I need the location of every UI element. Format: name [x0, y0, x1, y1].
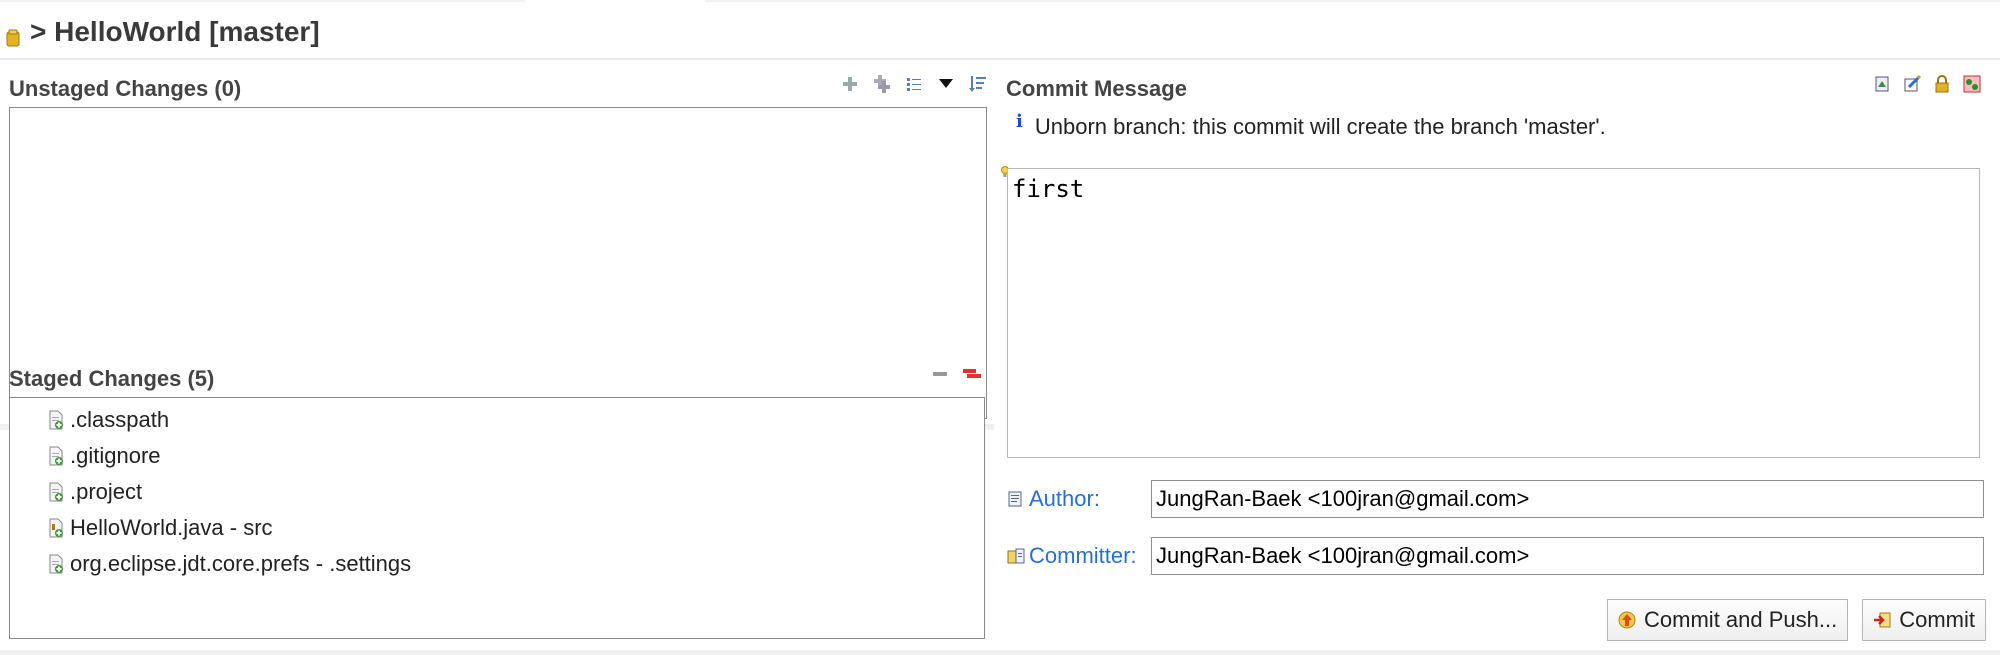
commit-button[interactable]: Commit: [1862, 599, 1986, 641]
staged-file-row[interactable]: HelloWorld.java - src: [10, 510, 984, 546]
repository-icon: [6, 29, 20, 47]
committer-icon: [1007, 548, 1025, 564]
commit-toolbar: [1872, 74, 1982, 94]
staged-file-row[interactable]: .classpath: [10, 402, 984, 438]
signed-off-icon[interactable]: [1902, 74, 1922, 94]
staged-file-row[interactable]: org.eclipse.jdt.core.prefs - .settings: [10, 546, 984, 582]
staged-java-file-icon: [49, 518, 63, 538]
staged-file-icon: [49, 482, 63, 502]
staged-file-label: .gitignore: [70, 443, 161, 468]
unstage-icon[interactable]: [930, 364, 950, 384]
commit-and-push-label: Commit and Push...: [1644, 607, 1838, 632]
staged-file-label: HelloWorld.java - src: [70, 515, 273, 540]
staged-file-label: .project: [70, 479, 143, 504]
staged-file-icon: [49, 446, 63, 466]
commit-and-push-button[interactable]: Commit and Push...: [1607, 599, 1849, 641]
commit-message-input[interactable]: first: [1007, 168, 1980, 458]
author-field[interactable]: [1151, 480, 1984, 518]
commit-message-title: Commit Message: [1006, 76, 1187, 101]
sign-commit-icon[interactable]: [1932, 74, 1952, 94]
presentation-list-icon[interactable]: [904, 74, 924, 94]
commit-icon: [1874, 612, 1891, 628]
staged-list[interactable]: .classpath .gitignore .project HelloWorl…: [9, 397, 985, 639]
staged-file-label: org.eclipse.jdt.core.prefs - .settings: [70, 551, 412, 576]
staged-file-row[interactable]: .gitignore: [10, 438, 984, 474]
page-title-text: > HelloWorld [master]: [30, 16, 320, 47]
commit-and-push-icon: [1618, 611, 1636, 629]
staged-title: Staged Changes (5): [9, 366, 215, 391]
author-icon: [1008, 491, 1022, 507]
staged-toolbar: [930, 364, 982, 384]
commit-pane: Commit Message i Unborn branch: this com…: [1000, 66, 2000, 655]
amend-icon[interactable]: [1872, 74, 1892, 94]
commit-buttons: Commit and Push... Commit: [1607, 599, 1986, 641]
changes-pane: Unstaged Changes (0) Staged Changes (5): [0, 66, 994, 655]
staged-file-icon: [49, 554, 63, 574]
commit-label: Commit: [1899, 607, 1975, 632]
author-label: Author:: [1029, 486, 1100, 511]
staged-file-label: .classpath: [70, 407, 170, 432]
page-title: > HelloWorld [master]: [6, 10, 320, 54]
staged-file-row[interactable]: .project: [10, 474, 984, 510]
info-message: Unborn branch: this commit will create t…: [1034, 114, 1606, 139]
committer-label: Committer:: [1029, 543, 1137, 568]
staged-file-icon: [49, 410, 63, 430]
committer-field[interactable]: [1151, 537, 1984, 575]
add-all-to-index-icon[interactable]: [872, 74, 892, 94]
top-edge: [0, 0, 2000, 2]
sort-icon[interactable]: [968, 74, 988, 94]
author-row: Author:: [1007, 480, 1984, 518]
header-divider: [0, 58, 2000, 60]
info-banner: i Unborn branch: this commit will create…: [1016, 110, 1606, 140]
committer-row: Committer:: [1007, 537, 1984, 575]
info-icon: i: [1016, 110, 1023, 132]
unstaged-toolbar: [840, 74, 988, 94]
add-to-index-icon[interactable]: [840, 74, 860, 94]
bottom-edge: [0, 650, 2000, 655]
view-menu-icon[interactable]: [936, 74, 956, 94]
unstaged-title: Unstaged Changes (0): [9, 76, 242, 101]
change-id-icon[interactable]: [1962, 74, 1982, 94]
unstage-all-icon[interactable]: [962, 364, 982, 384]
